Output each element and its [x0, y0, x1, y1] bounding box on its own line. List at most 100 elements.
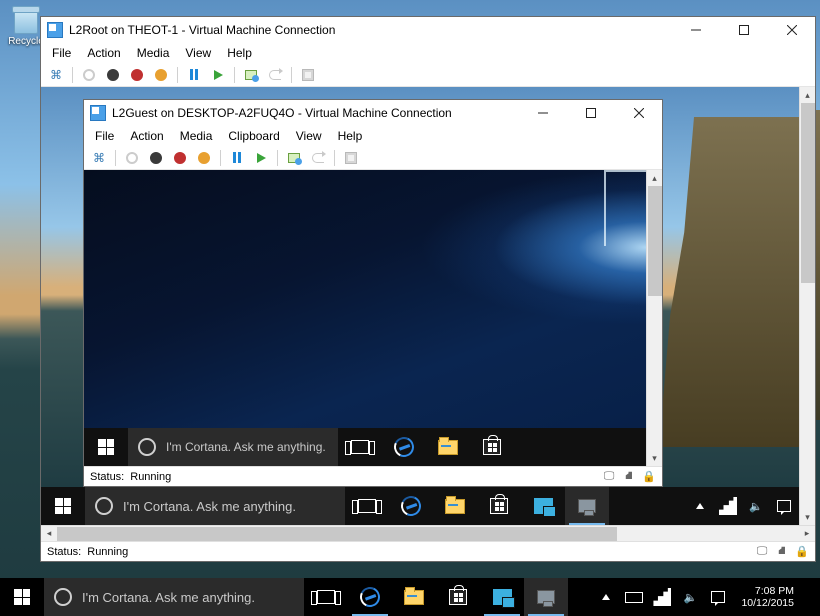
menu-view[interactable]: View — [178, 44, 218, 62]
cortana-icon — [54, 588, 72, 606]
save-button[interactable] — [150, 65, 172, 85]
reset-button[interactable] — [250, 148, 272, 168]
l1-guest-desktop[interactable]: L2Guest on DESKTOP-A2FUQ4O - Virtual Mac… — [41, 87, 799, 525]
outer-vertical-scrollbar[interactable]: ▴ ▾ — [799, 87, 815, 525]
menu-help[interactable]: Help — [220, 44, 259, 62]
start-button[interactable] — [78, 65, 100, 85]
network-icon[interactable] — [653, 588, 671, 606]
shut-down-button[interactable] — [126, 65, 148, 85]
scroll-thumb[interactable] — [801, 103, 815, 283]
task-view-button[interactable] — [345, 487, 389, 525]
scroll-thumb[interactable] — [57, 527, 617, 541]
nic-status-icon[interactable]: ⛘ — [622, 470, 636, 484]
ctrl-alt-del-button[interactable] — [88, 148, 110, 168]
start-button[interactable] — [41, 487, 85, 525]
volume-icon[interactable] — [681, 588, 699, 606]
close-button[interactable] — [771, 17, 813, 43]
hyperv-manager-taskbar-icon[interactable] — [480, 578, 524, 616]
toolbar-separator — [177, 67, 178, 83]
action-center-icon[interactable] — [775, 497, 793, 515]
menu-clipboard[interactable]: Clipboard — [221, 127, 286, 145]
nic-status-icon[interactable]: ⛘ — [775, 545, 789, 559]
revert-button[interactable] — [307, 148, 329, 168]
minimize-button[interactable] — [675, 17, 717, 43]
enhanced-session-button[interactable] — [297, 65, 319, 85]
inner-vertical-scrollbar[interactable]: ▴ ▾ — [646, 170, 662, 466]
task-view-button[interactable] — [338, 428, 382, 466]
clock[interactable]: 7:08 PM 10/12/2015 — [737, 585, 798, 609]
task-view-button[interactable] — [304, 578, 348, 616]
cortana-search[interactable]: I'm Cortana. Ask me anything. — [128, 428, 338, 466]
scroll-down-arrow[interactable]: ▾ — [800, 509, 815, 525]
scroll-thumb[interactable] — [648, 186, 662, 296]
revert-button[interactable] — [264, 65, 286, 85]
checkpoint-button[interactable] — [240, 65, 262, 85]
maximize-button[interactable] — [570, 100, 612, 126]
outer-statusbar: Status: Running 🖵 ⛘ 🔒 — [41, 541, 815, 561]
store-taskbar-icon[interactable] — [477, 487, 521, 525]
pause-button[interactable] — [226, 148, 248, 168]
edge-taskbar-icon[interactable] — [382, 428, 426, 466]
save-button[interactable] — [193, 148, 215, 168]
network-icon[interactable] — [719, 497, 737, 515]
cortana-search[interactable]: I'm Cortana. Ask me anything. — [85, 487, 345, 525]
ctrl-alt-del-button[interactable] — [45, 65, 67, 85]
store-taskbar-icon[interactable] — [470, 428, 514, 466]
enhanced-session-button[interactable] — [340, 148, 362, 168]
edge-taskbar-icon[interactable] — [348, 578, 392, 616]
menu-view[interactable]: View — [289, 127, 329, 145]
shut-down-button[interactable] — [169, 148, 191, 168]
inner-vm-window[interactable]: L2Guest on DESKTOP-A2FUQ4O - Virtual Mac… — [83, 99, 663, 487]
cortana-search[interactable]: I'm Cortana. Ask me anything. — [44, 578, 304, 616]
outer-horizontal-scrollbar[interactable]: ◂ ▸ — [41, 525, 815, 541]
battery-icon[interactable] — [625, 588, 643, 606]
menu-action[interactable]: Action — [80, 44, 127, 62]
scroll-right-arrow[interactable]: ▸ — [799, 526, 815, 541]
tray-overflow-icon[interactable] — [597, 588, 615, 606]
menu-media[interactable]: Media — [130, 44, 177, 62]
clock-time: 7:08 PM — [741, 585, 794, 597]
store-taskbar-icon[interactable] — [436, 578, 480, 616]
menu-help[interactable]: Help — [331, 127, 370, 145]
maximize-button[interactable] — [723, 17, 765, 43]
tray-overflow-icon[interactable] — [691, 497, 709, 515]
minimize-button[interactable] — [522, 100, 564, 126]
start-button[interactable] — [84, 428, 128, 466]
hyperv-manager-taskbar-icon[interactable] — [521, 487, 565, 525]
vmconnect-taskbar-icon[interactable] — [565, 487, 609, 525]
menu-action[interactable]: Action — [123, 127, 170, 145]
outer-titlebar[interactable]: L2Root on THEOT-1 - Virtual Machine Conn… — [41, 17, 815, 43]
file-explorer-taskbar-icon[interactable] — [392, 578, 436, 616]
checkpoint-button[interactable] — [283, 148, 305, 168]
host-system-tray: 7:08 PM 10/12/2015 — [591, 578, 820, 616]
display-config-icon[interactable]: 🖵 — [602, 470, 616, 484]
turn-off-button[interactable] — [145, 148, 167, 168]
scroll-up-arrow[interactable]: ▴ — [647, 170, 662, 186]
start-button[interactable] — [121, 148, 143, 168]
inner-titlebar[interactable]: L2Guest on DESKTOP-A2FUQ4O - Virtual Mac… — [84, 100, 662, 126]
show-desktop-button[interactable] — [808, 588, 814, 606]
pause-button[interactable] — [183, 65, 205, 85]
file-explorer-taskbar-icon[interactable] — [426, 428, 470, 466]
outer-window-title: L2Root on THEOT-1 - Virtual Machine Conn… — [69, 23, 669, 37]
menu-file[interactable]: File — [88, 127, 121, 145]
scroll-down-arrow[interactable]: ▾ — [647, 450, 662, 466]
scroll-left-arrow[interactable]: ◂ — [41, 526, 57, 541]
lock-icon: 🔒 — [642, 470, 656, 484]
scroll-up-arrow[interactable]: ▴ — [800, 87, 815, 103]
menu-file[interactable]: File — [45, 44, 78, 62]
close-button[interactable] — [618, 100, 660, 126]
display-config-icon[interactable]: 🖵 — [755, 545, 769, 559]
vmconnect-taskbar-icon[interactable] — [524, 578, 568, 616]
edge-taskbar-icon[interactable] — [389, 487, 433, 525]
l2-guest-desktop[interactable]: I'm Cortana. Ask me anything. — [84, 170, 646, 466]
action-center-icon[interactable] — [709, 588, 727, 606]
start-button[interactable] — [0, 578, 44, 616]
reset-button[interactable] — [207, 65, 229, 85]
turn-off-button[interactable] — [102, 65, 124, 85]
file-explorer-taskbar-icon[interactable] — [433, 487, 477, 525]
l2-taskbar: I'm Cortana. Ask me anything. — [84, 428, 646, 466]
outer-vm-window[interactable]: L2Root on THEOT-1 - Virtual Machine Conn… — [40, 16, 816, 562]
menu-media[interactable]: Media — [173, 127, 220, 145]
volume-icon[interactable] — [747, 497, 765, 515]
